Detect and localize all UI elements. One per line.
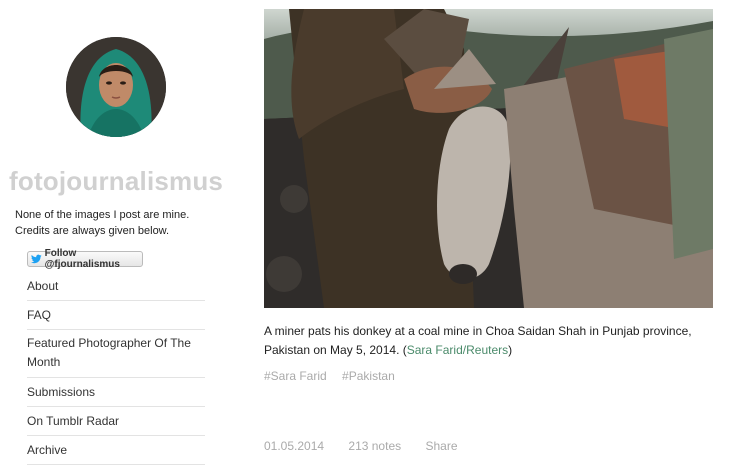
post-caption: A miner pats his donkey at a coal mine i… <box>264 322 719 360</box>
nav-item-archive[interactable]: Archive <box>27 436 205 465</box>
nav-item-on-tumblr-radar[interactable]: On Tumblr Radar <box>27 407 205 436</box>
twitter-follow-button[interactable]: Follow @fjournalismus <box>27 248 143 270</box>
blog-title[interactable]: fotojournalismus <box>9 166 223 197</box>
post-tags: #Sara Farid #Pakistan <box>264 369 407 383</box>
nav-item-submissions[interactable]: Submissions <box>27 378 205 407</box>
tag-link[interactable]: #Sara Farid <box>264 369 327 383</box>
post-photo[interactable] <box>264 9 713 308</box>
twitter-bird-icon <box>31 254 42 264</box>
nav-item-about[interactable]: About <box>27 272 205 301</box>
nav-item-faq[interactable]: FAQ <box>27 301 205 330</box>
sidebar: fotojournalismus None of the images I po… <box>0 0 230 472</box>
credit-paren-close: ) <box>508 343 513 357</box>
avatar-portrait-image <box>66 37 166 137</box>
nav-item-featured-photographer[interactable]: Featured Photographer Of The Month <box>27 330 205 378</box>
follow-label: Follow @fjournalismus <box>44 248 120 270</box>
post-notes[interactable]: 213 notes <box>348 439 401 453</box>
share-link[interactable]: Share <box>425 439 457 453</box>
blog-description: None of the images I post are mine. Cred… <box>15 207 189 239</box>
post-date[interactable]: 01.05.2014 <box>264 439 324 453</box>
credit-link[interactable]: Sara Farid/Reuters <box>407 343 508 357</box>
sidebar-nav: About FAQ Featured Photographer Of The M… <box>27 272 205 465</box>
post-photo-image <box>264 9 713 308</box>
avatar[interactable] <box>66 37 166 137</box>
description-line: None of the images I post are mine. <box>15 209 190 221</box>
description-line: Credits are always given below. <box>15 225 170 237</box>
post-meta: 01.05.2014 213 notes Share <box>264 439 479 453</box>
tag-link[interactable]: #Pakistan <box>342 369 395 383</box>
